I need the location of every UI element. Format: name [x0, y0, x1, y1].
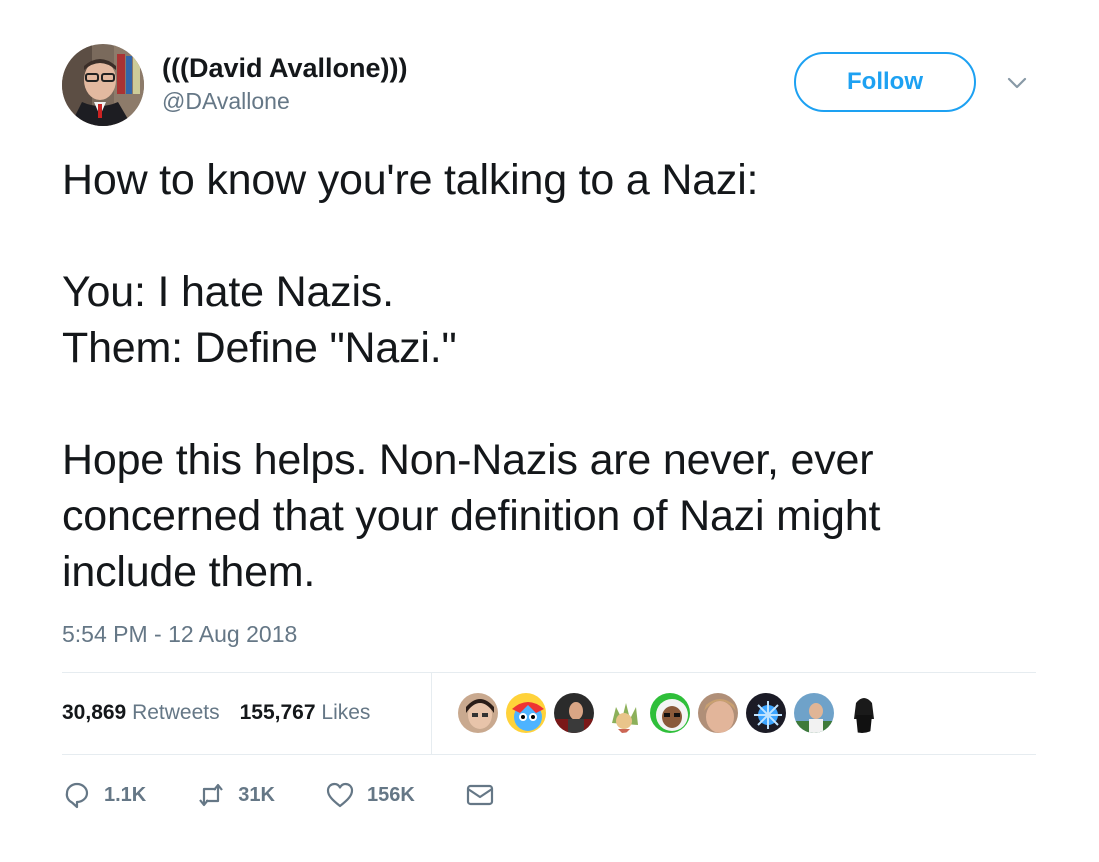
liker-avatar[interactable] — [648, 691, 692, 735]
likes-stat[interactable]: 155,767 Likes — [240, 701, 371, 725]
tweet-timestamp[interactable]: 5:54 PM - 12 Aug 2018 — [62, 619, 297, 649]
retweet-icon — [199, 783, 224, 807]
tweet-actions: 1.1K 31K 156K — [62, 780, 557, 810]
follow-button[interactable]: Follow — [794, 52, 976, 112]
liker-avatar[interactable] — [456, 691, 500, 735]
tweet-header: (((David Avallone))) @DAvallone Follow — [62, 44, 1042, 128]
reply-button[interactable]: 1.1K — [62, 780, 146, 810]
liker-avatar[interactable] — [504, 691, 548, 735]
tweet-text: How to know you're talking to a Nazi: Yo… — [62, 156, 881, 596]
likes-count: 155,767 — [239, 701, 316, 724]
direct-message-button[interactable] — [465, 780, 507, 810]
chevron-down-icon[interactable] — [1006, 72, 1028, 94]
author-names: (((David Avallone))) @DAvallone — [162, 52, 408, 116]
retweets-count: 30,869 — [62, 701, 127, 724]
stats-separator — [431, 673, 432, 754]
reply-icon — [65, 782, 89, 809]
like-button[interactable]: 156K — [325, 780, 415, 810]
retweets-label: Retweets — [132, 701, 220, 724]
divider — [62, 754, 1036, 755]
liker-avatar[interactable] — [744, 691, 788, 735]
liker-avatar[interactable] — [552, 691, 596, 735]
liker-avatar[interactable] — [696, 691, 740, 735]
likers-avatars — [456, 691, 888, 735]
retweet-button[interactable]: 31K — [196, 780, 275, 810]
liker-avatar[interactable] — [792, 691, 836, 735]
reply-count: 1.1K — [104, 783, 147, 806]
divider — [62, 672, 1036, 673]
author-handle[interactable]: @DAvallone — [162, 86, 408, 116]
likes-label: Likes — [321, 701, 371, 724]
liker-avatar[interactable] — [600, 691, 644, 735]
envelope-icon — [466, 784, 493, 806]
tweet-stats: 30,869 Retweets 155,767 Likes — [62, 697, 390, 729]
retweet-count: 31K — [238, 783, 275, 806]
author-avatar[interactable] — [62, 44, 144, 126]
heart-icon — [326, 782, 354, 808]
retweets-stat[interactable]: 30,869 Retweets — [62, 701, 220, 725]
liker-avatar[interactable] — [840, 691, 884, 735]
author-display-name[interactable]: (((David Avallone))) — [162, 52, 408, 84]
like-count: 156K — [366, 783, 415, 806]
